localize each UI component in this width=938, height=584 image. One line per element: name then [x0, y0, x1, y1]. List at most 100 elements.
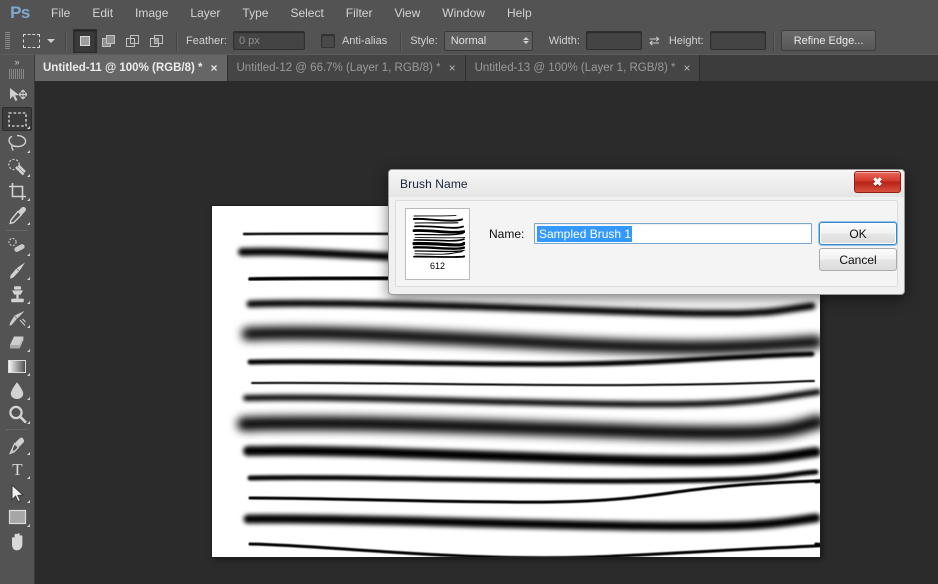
menu-item-select[interactable]: Select	[279, 0, 334, 26]
type-tool[interactable]: T	[2, 457, 32, 481]
move-tool[interactable]	[2, 83, 32, 107]
menu-item-window[interactable]: Window	[431, 0, 496, 26]
brush-size-label: 612	[429, 261, 446, 271]
tool-flyout-indicator-icon	[27, 126, 30, 129]
clone-stamp-tool[interactable]	[2, 282, 32, 306]
width-input[interactable]	[585, 31, 642, 50]
tab-label: Untitled-13 @ 100% (Layer 1, RGB/8) *	[474, 62, 676, 74]
menu-item-image[interactable]: Image	[124, 0, 179, 26]
eraser-tool[interactable]	[2, 330, 32, 354]
ok-button[interactable]: OK	[819, 222, 897, 245]
close-icon[interactable]: ✖	[854, 171, 901, 193]
swap-dimensions-icon[interactable]: ⇄	[649, 34, 660, 47]
name-label: Name:	[489, 227, 525, 241]
tab-label: Untitled-11 @ 100% (RGB/8) *	[43, 62, 203, 74]
tools-panel: » T	[0, 55, 35, 584]
menu-item-view[interactable]: View	[383, 0, 431, 26]
tool-flyout-indicator-icon	[27, 150, 30, 153]
zoom-tool[interactable]	[2, 402, 32, 426]
blur-tool[interactable]	[2, 378, 32, 402]
height-input[interactable]	[709, 31, 766, 50]
quick-selection-tool[interactable]	[2, 155, 32, 179]
tool-flyout-indicator-icon	[27, 198, 30, 201]
pen-tool[interactable]	[2, 433, 32, 457]
lasso-tool[interactable]	[2, 131, 32, 155]
tab-untitled-13[interactable]: Untitled-13 @ 100% (Layer 1, RGB/8) * ×	[465, 55, 701, 81]
width-label: Width:	[548, 34, 580, 47]
cancel-button[interactable]: Cancel	[819, 248, 897, 271]
close-icon[interactable]: ×	[210, 62, 217, 74]
height-label: Height:	[668, 34, 704, 47]
rectangular-marquee-tool[interactable]	[2, 107, 32, 131]
brush-name-value: Sampled Brush 1	[537, 225, 633, 242]
divider	[65, 30, 66, 51]
tool-preset-chevron-down-icon[interactable]	[44, 30, 58, 52]
options-bar-grip[interactable]	[0, 26, 14, 55]
style-label: Style:	[410, 34, 438, 47]
dialog-title-bar[interactable]: Brush Name ✖	[389, 170, 904, 197]
crop-tool[interactable]	[2, 179, 32, 203]
chevron-updown-icon	[522, 37, 529, 44]
anti-alias-checkbox[interactable]	[320, 33, 335, 48]
photoshop-window: Ps File Edit Image Layer Type Select Fil…	[0, 0, 938, 584]
divider	[400, 30, 402, 51]
tool-flyout-indicator-icon	[27, 500, 30, 503]
tab-untitled-12[interactable]: Untitled-12 @ 66.7% (Layer 1, RGB/8) * ×	[227, 55, 466, 81]
feather-input[interactable]: 0 px	[232, 31, 305, 50]
collapse-panel-icon[interactable]: »	[0, 55, 34, 69]
tool-flyout-indicator-icon	[27, 174, 30, 177]
tool-flyout-indicator-icon	[27, 253, 30, 256]
brush-name-dialog: Brush Name ✖ 612 Name: Sampled Brush 1 O…	[388, 169, 905, 295]
new-selection-button[interactable]	[73, 28, 97, 53]
tool-flyout-indicator-icon	[27, 277, 30, 280]
photoshop-logo: Ps	[10, 3, 30, 22]
eyedropper-tool[interactable]	[2, 203, 32, 227]
dialog-body: 612 Name: Sampled Brush 1 OK Cancel	[395, 200, 898, 287]
tool-flyout-indicator-icon	[27, 301, 30, 304]
spot-healing-brush-tool[interactable]	[2, 234, 32, 258]
tool-flyout-indicator-icon	[27, 222, 30, 225]
menu-item-type[interactable]: Type	[231, 0, 279, 26]
style-select[interactable]: Normal	[443, 30, 533, 51]
document-tab-bar: Untitled-11 @ 100% (RGB/8) * × Untitled-…	[0, 55, 938, 81]
history-brush-tool[interactable]	[2, 306, 32, 330]
tool-flyout-indicator-icon	[27, 325, 30, 328]
tool-flyout-indicator-icon	[27, 349, 30, 352]
hand-tool[interactable]	[2, 529, 32, 553]
add-to-selection-button[interactable]	[97, 29, 121, 53]
menu-item-file[interactable]: File	[40, 0, 81, 26]
brush-preview-image	[412, 215, 465, 258]
close-icon[interactable]: ×	[683, 62, 690, 74]
close-icon[interactable]: ×	[449, 62, 456, 74]
menu-item-layer[interactable]: Layer	[179, 0, 231, 26]
tool-flyout-indicator-icon	[27, 524, 30, 527]
feather-label: Feather:	[186, 34, 227, 47]
dialog-title: Brush Name	[400, 176, 468, 191]
selection-mode-group	[73, 28, 169, 53]
brush-name-input[interactable]: Sampled Brush 1	[534, 223, 812, 244]
brush-tool[interactable]	[2, 258, 32, 282]
drag-handle-icon[interactable]	[9, 69, 25, 79]
rectangle-shape-tool[interactable]	[2, 505, 32, 529]
style-select-value: Normal	[450, 34, 487, 47]
menu-item-help[interactable]: Help	[496, 0, 543, 26]
subtract-from-selection-button[interactable]	[121, 29, 145, 53]
tab-label: Untitled-12 @ 66.7% (Layer 1, RGB/8) *	[236, 62, 441, 74]
intersect-with-selection-button[interactable]	[145, 29, 169, 53]
tool-flyout-indicator-icon	[27, 373, 30, 376]
anti-alias-label: Anti-alias	[341, 34, 388, 47]
divider	[772, 30, 774, 51]
document-workspace[interactable]	[34, 81, 938, 584]
gradient-tool[interactable]	[2, 354, 32, 378]
rectangular-marquee-icon	[18, 30, 44, 52]
menu-item-filter[interactable]: Filter	[335, 0, 384, 26]
tab-untitled-11[interactable]: Untitled-11 @ 100% (RGB/8) * ×	[34, 55, 228, 81]
refine-edge-button[interactable]: Refine Edge...	[780, 30, 877, 51]
brush-preview-thumbnail: 612	[405, 208, 470, 280]
toolbar-divider	[6, 230, 28, 231]
tool-flyout-indicator-icon	[27, 421, 30, 424]
menu-item-edit[interactable]: Edit	[81, 0, 124, 26]
options-bar: Feather: 0 px Anti-alias Style: Normal W…	[0, 26, 938, 56]
tool-flyout-indicator-icon	[27, 452, 30, 455]
path-selection-tool[interactable]	[2, 481, 32, 505]
